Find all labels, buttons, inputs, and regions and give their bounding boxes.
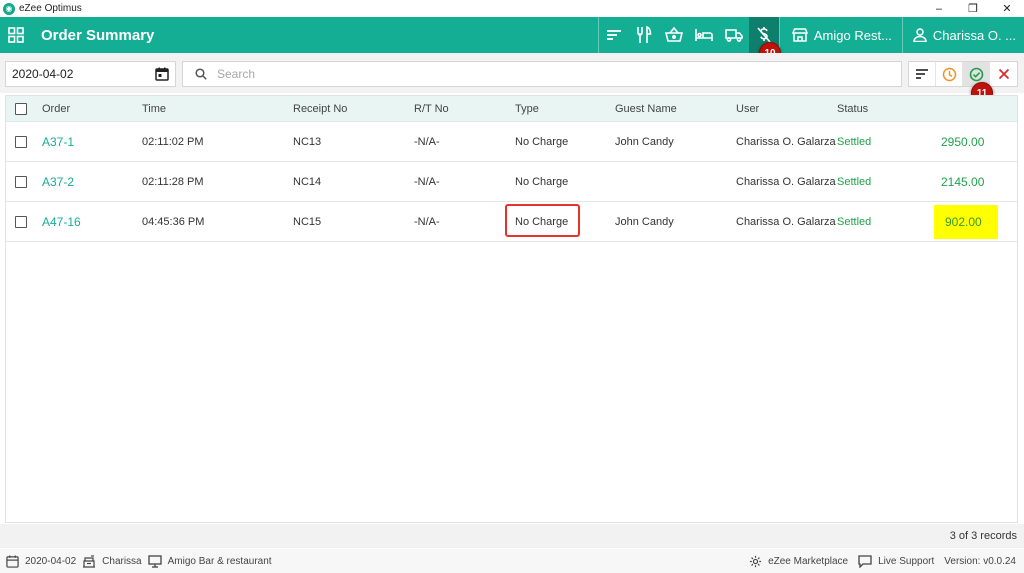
status-user-text: Charissa — [102, 555, 142, 567]
orders-table: Order Time Receipt No R/T No Type Guest … — [5, 95, 1018, 523]
type-cell: No Charge — [515, 215, 569, 228]
table-row[interactable]: A37-1 02:11:02 PM NC13 -N/A- No Charge J… — [6, 122, 1017, 162]
app-logo-icon: ◉ — [3, 2, 15, 15]
table-row[interactable]: A37-2 02:11:28 PM NC14 -N/A- No Charge C… — [6, 162, 1017, 202]
status-user: Charissa — [82, 554, 142, 568]
receipt-cell: NC13 — [293, 135, 322, 148]
user-cell: Charissa O. Galarza — [736, 175, 836, 188]
marketplace-text: eZee Marketplace — [768, 555, 849, 567]
outlet-selector[interactable]: Amigo Rest... — [780, 17, 902, 53]
row-checkbox[interactable] — [15, 215, 27, 228]
table-header: Order Time Receipt No R/T No Type Guest … — [6, 96, 1017, 122]
window-title: eZee Optimus — [19, 3, 82, 14]
time-cell: 02:11:28 PM — [142, 175, 204, 188]
user-menu[interactable]: Charissa O. ... — [903, 17, 1024, 53]
app-header: Order Summary Amigo Rest... Charissa O. … — [0, 17, 1024, 53]
apps-grid-icon[interactable] — [0, 27, 32, 43]
user-cell: Charissa O. Galarza — [736, 135, 836, 148]
amount-cell: 902.00 — [945, 214, 982, 229]
records-count: 3 of 3 records — [949, 530, 1017, 542]
order-link[interactable]: A47-16 — [42, 215, 81, 229]
filter-bar: 2020-04-02 — [0, 53, 1024, 93]
cancelled-x-icon[interactable] — [990, 62, 1017, 86]
close-window-icon[interactable]: ✕ — [990, 0, 1024, 17]
marketplace-link[interactable]: eZee Marketplace — [749, 555, 848, 568]
restore-icon[interactable]: ❐ — [956, 0, 990, 17]
search-field[interactable] — [182, 61, 902, 87]
version-info: Version: v0.0.24 — [944, 556, 1016, 567]
col-time[interactable]: Time — [142, 103, 166, 115]
status-badge: Settled — [837, 215, 872, 228]
select-all-checkbox[interactable] — [15, 102, 27, 115]
guest-cell: John Candy — [615, 215, 674, 228]
sort-lines-icon[interactable] — [599, 17, 629, 53]
live-support-link[interactable]: Live Support — [858, 554, 935, 568]
row-checkbox[interactable] — [15, 135, 27, 148]
type-cell: No Charge — [515, 135, 569, 148]
minimize-icon[interactable]: – — [922, 0, 956, 17]
rt-cell: -N/A- — [414, 135, 440, 148]
cashier-icon — [83, 554, 96, 568]
date-picker[interactable]: 2020-04-02 — [5, 61, 176, 87]
col-status[interactable]: Status — [837, 103, 868, 115]
col-order[interactable]: Order — [42, 103, 70, 115]
rt-cell: -N/A- — [414, 175, 440, 188]
room-bed-icon[interactable] — [689, 17, 719, 53]
status-date-text: 2020-04-02 — [25, 555, 77, 567]
col-guest[interactable]: Guest Name — [615, 103, 677, 115]
status-right: eZee Marketplace Live Support Version: v… — [739, 549, 1016, 573]
monitor-icon — [147, 554, 162, 568]
version-text: Version: v0.0.24 — [944, 555, 1016, 567]
window-controls: – ❐ ✕ — [922, 0, 1024, 17]
user-icon — [913, 28, 927, 42]
calendar-icon — [6, 554, 19, 568]
table-row[interactable]: A47-16 04:45:36 PM NC15 -N/A- No Charge … — [6, 202, 1017, 242]
time-cell: 04:45:36 PM — [142, 215, 205, 228]
user-label: Charissa O. ... — [932, 27, 1016, 43]
rt-cell: -N/A- — [414, 215, 440, 228]
col-type[interactable]: Type — [515, 103, 539, 115]
amount-cell: 2950.00 — [941, 134, 985, 149]
page-title: Order Summary — [41, 26, 155, 44]
records-bar: 3 of 3 records — [0, 524, 1024, 548]
status-date: 2020-04-02 — [6, 554, 77, 568]
status-outlet: Amigo Bar & restaurant — [147, 554, 272, 568]
type-cell: No Charge — [515, 175, 569, 188]
col-user[interactable]: User — [736, 103, 759, 115]
status-bar: 2020-04-02 Charissa Amigo Bar & restaura… — [0, 549, 1024, 573]
status-outlet-text: Amigo Bar & restaurant — [167, 555, 272, 567]
outlet-label: Amigo Rest... — [813, 27, 892, 43]
time-cell: 02:11:02 PM — [142, 135, 204, 148]
order-link[interactable]: A37-1 — [42, 135, 74, 149]
amount-cell: 2145.00 — [941, 174, 985, 189]
live-support-text: Live Support — [878, 555, 935, 567]
header-actions: Amigo Rest... Charissa O. ... — [597, 17, 1024, 53]
col-rt[interactable]: R/T No — [414, 103, 449, 115]
receipt-cell: NC14 — [293, 175, 322, 188]
user-cell: Charissa O. Galarza — [736, 215, 836, 228]
pending-clock-icon[interactable] — [936, 62, 963, 86]
window-titlebar: ◉ eZee Optimus – ❐ ✕ — [0, 0, 1024, 17]
filter-lines-icon[interactable] — [909, 62, 936, 86]
takeaway-basket-icon[interactable] — [659, 17, 689, 53]
order-link[interactable]: A37-2 — [42, 175, 74, 189]
search-icon — [195, 68, 207, 80]
delivery-truck-icon[interactable] — [719, 17, 749, 53]
chat-icon — [858, 554, 872, 568]
gear-icon — [750, 555, 762, 567]
status-badge: Settled — [837, 135, 872, 148]
guest-cell: John Candy — [615, 135, 674, 148]
dine-in-icon[interactable] — [629, 17, 659, 53]
list-tools — [908, 61, 1018, 87]
date-value: 2020-04-02 — [12, 67, 74, 81]
search-input[interactable] — [217, 67, 867, 81]
col-receipt[interactable]: Receipt No — [293, 103, 347, 115]
status-badge: Settled — [837, 175, 872, 188]
row-checkbox[interactable] — [15, 175, 27, 188]
receipt-cell: NC15 — [293, 215, 322, 228]
store-icon — [791, 28, 808, 42]
calendar-icon[interactable] — [155, 67, 169, 81]
